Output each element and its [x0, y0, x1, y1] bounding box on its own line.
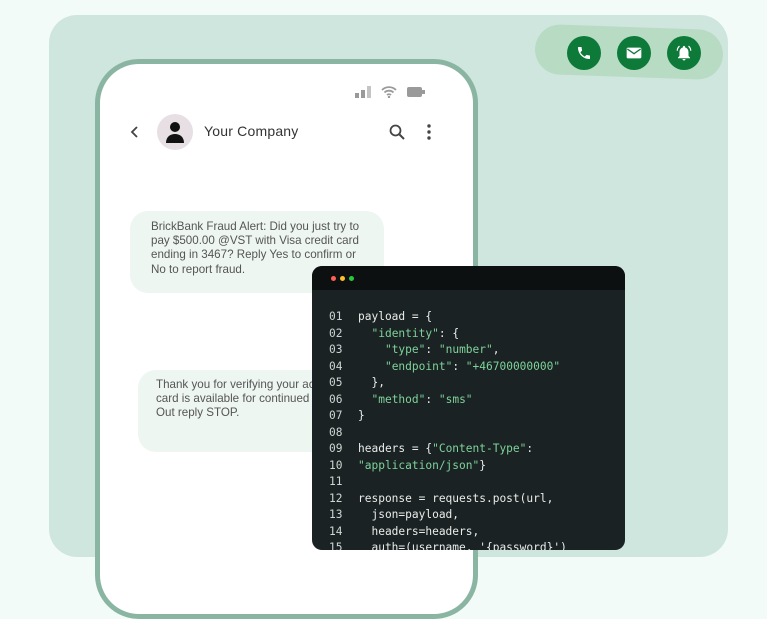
maximize-dot	[349, 275, 354, 281]
search-icon[interactable]	[389, 124, 405, 145]
line-number: 04	[329, 359, 343, 373]
close-dot	[331, 275, 336, 281]
code-token: :	[526, 442, 534, 455]
code-token: :	[452, 359, 466, 373]
bell-icon[interactable]	[667, 36, 701, 70]
back-icon[interactable]	[130, 125, 140, 144]
signal-icon	[355, 86, 371, 98]
code-line: 01 payload = {	[329, 309, 567, 326]
status-bar	[355, 86, 425, 98]
code-window: 01 payload = {02 "identity": {03 "type": …	[312, 266, 625, 550]
code-token: headers = {	[358, 442, 433, 455]
code-token: "type"	[384, 343, 426, 356]
code-line: 07}	[329, 408, 567, 425]
line-number: 12	[329, 491, 343, 505]
code-line: 12 response = requests.post(url,	[329, 491, 567, 508]
code-token: "endpoint"	[384, 359, 453, 373]
code-line: 04 "endpoint": "+46700000000"	[329, 359, 567, 376]
code-line: 09 headers = {"Content-Type":	[329, 441, 567, 458]
code-token: response = requests.post(url,	[358, 491, 554, 505]
code-window-titlebar	[312, 266, 625, 290]
code-token: "sms"	[438, 392, 473, 406]
code-token: }	[358, 409, 365, 422]
line-number: 06	[329, 392, 343, 406]
code-token: "identity"	[371, 326, 439, 340]
code-line: 02 "identity": {	[329, 326, 567, 343]
line-number: 02	[329, 326, 343, 340]
code-token: ,	[492, 343, 500, 356]
line-number: 10	[329, 458, 343, 472]
code-line: 05 },	[329, 375, 567, 392]
code-line: 14 headers=headers,	[329, 524, 567, 541]
code-line: 03 "type": "number",	[329, 342, 567, 359]
line-number: 05	[329, 376, 343, 389]
code-line: 10 "application/json"}	[329, 458, 567, 475]
line-number: 07	[329, 409, 343, 422]
code-token: "+46700000000"	[465, 359, 561, 373]
line-number: 01	[329, 310, 343, 323]
minimize-dot	[340, 275, 345, 281]
code-token: auth=(username, '{password}')	[358, 541, 567, 550]
code-line: 13 json=payload,	[329, 507, 567, 524]
code-token: :	[425, 343, 439, 356]
code-token: },	[358, 376, 385, 389]
code-token: "application/json"	[358, 458, 480, 472]
code-line: 15 auth=(username, '{password}')	[329, 540, 567, 550]
code-token: :	[425, 392, 439, 406]
code-token: json=payload,	[358, 508, 460, 521]
battery-icon	[407, 87, 425, 97]
mail-icon[interactable]	[617, 36, 651, 70]
more-options-icon[interactable]	[427, 124, 431, 145]
conversation-header: Your Company	[100, 114, 473, 154]
line-number: 14	[329, 524, 343, 538]
code-line: 11	[329, 474, 567, 491]
line-number: 03	[329, 343, 343, 356]
avatar	[157, 114, 193, 150]
line-number: 13	[329, 508, 343, 521]
code-token: "number"	[438, 343, 493, 356]
code-line: 08	[329, 425, 567, 442]
phone-icon[interactable]	[567, 36, 601, 70]
line-number: 11	[329, 475, 343, 488]
code-token: "method"	[371, 392, 426, 406]
code-token: : {	[438, 326, 460, 340]
line-number: 09	[329, 442, 343, 455]
code-token: payload = {	[358, 310, 433, 323]
code-snippet: 01 payload = {02 "identity": {03 "type": …	[329, 309, 567, 550]
code-token: "Content-Type"	[432, 442, 527, 455]
code-token: }	[479, 458, 486, 472]
code-line: 06 "method": "sms"	[329, 392, 567, 409]
line-number: 08	[329, 425, 343, 439]
line-number: 15	[329, 541, 343, 550]
wifi-icon	[381, 86, 397, 98]
code-token: headers=headers,	[358, 524, 480, 538]
contact-name: Your Company	[204, 123, 299, 139]
